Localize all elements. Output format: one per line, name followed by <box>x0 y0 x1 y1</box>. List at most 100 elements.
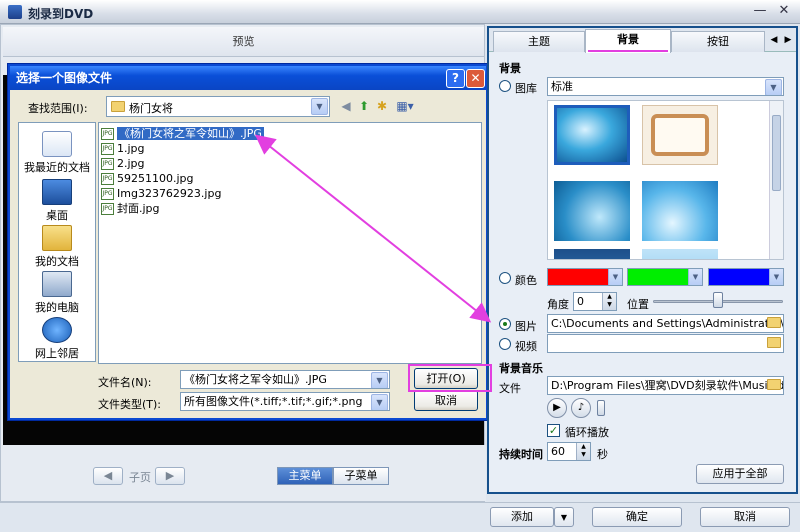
place-label: 网上邻居 <box>35 347 79 360</box>
back-icon[interactable]: ◀ <box>338 98 354 114</box>
browse-folder-icon[interactable] <box>767 337 781 348</box>
picture-label: 图片 <box>515 320 537 333</box>
desktop-icon <box>42 179 72 205</box>
up-folder-icon[interactable]: ⬆ <box>356 98 372 114</box>
video-radio[interactable] <box>499 338 511 350</box>
window-titlebar: 刻录到DVD — ✕ <box>0 0 800 24</box>
file-name: 59251100.jpg <box>117 172 194 185</box>
background-tab-underline <box>588 50 668 52</box>
dialog-close-button[interactable]: ✕ <box>466 69 485 88</box>
gallery-thumb[interactable] <box>554 181 630 241</box>
gallery-label: 图库 <box>515 82 537 95</box>
file-item[interactable]: JPG 1.jpg <box>101 142 145 156</box>
play-icon[interactable]: ▶ <box>547 398 567 418</box>
music-note-icon[interactable]: ♪ <box>571 398 591 418</box>
picture-path: C:\Documents and Settings\Administrator\… <box>551 317 784 330</box>
color-picker-1[interactable]: ▼ <box>547 268 623 286</box>
gallery-thumb[interactable] <box>642 105 718 165</box>
my-documents-icon <box>42 225 72 251</box>
place-desktop[interactable]: 桌面 <box>19 177 95 225</box>
place-my-computer[interactable]: 我的电脑 <box>19 269 95 317</box>
place-label: 桌面 <box>46 209 68 222</box>
jpg-file-icon: JPG <box>101 203 114 215</box>
duration-value: 60 <box>551 445 565 458</box>
tab-buttons[interactable]: 按钮 <box>671 31 765 52</box>
color-label: 颜色 <box>515 274 537 287</box>
duration-unit: 秒 <box>597 448 608 461</box>
gallery-scrollbar[interactable] <box>769 101 783 259</box>
color-picker-3[interactable]: ▼ <box>708 268 784 286</box>
browse-folder-icon[interactable] <box>767 379 781 390</box>
video-label: 视频 <box>515 340 537 353</box>
cancel-button[interactable]: 取消 <box>700 507 790 527</box>
gallery-radio[interactable] <box>499 80 511 92</box>
picture-path-input[interactable]: C:\Documents and Settings\Administrator\… <box>547 314 784 333</box>
apply-all-button[interactable]: 应用于全部 <box>696 464 784 484</box>
angle-label: 角度 <box>547 298 569 311</box>
file-item[interactable]: JPG Img323762923.jpg <box>101 187 221 201</box>
chevron-left-icon: ◀ <box>103 469 113 482</box>
new-folder-icon[interactable]: ✱ <box>374 98 390 114</box>
place-my-documents[interactable]: 我的文档 <box>19 223 95 271</box>
tab-scroll-left-icon[interactable]: ◀ <box>767 32 781 49</box>
filename-input[interactable]: 《杨门女将之军令如山》.JPG ▼ <box>180 370 390 389</box>
add-dropdown-button[interactable]: ▼ <box>554 507 574 527</box>
close-window-button[interactable]: ✕ <box>776 3 792 19</box>
chevron-down-icon: ▼ <box>769 269 783 285</box>
place-recent[interactable]: 我最近的文档 <box>19 129 95 177</box>
window-title: 刻录到DVD <box>28 7 94 21</box>
angle-value: 0 <box>577 295 584 308</box>
jpg-file-icon: JPG <box>101 158 114 170</box>
next-page-button[interactable]: ▶ <box>155 467 185 485</box>
place-network[interactable]: 网上邻居 <box>19 315 95 363</box>
chevron-down-icon: ▼ <box>371 372 388 388</box>
minimize-button[interactable]: — <box>752 3 768 19</box>
jpg-file-icon: JPG <box>101 188 114 200</box>
position-slider-knob[interactable] <box>713 292 723 308</box>
color-picker-2[interactable]: ▼ <box>627 268 703 286</box>
gallery-thumb[interactable] <box>642 249 718 259</box>
music-path-input[interactable]: D:\Program Files\狸窝\DVD刻录软件\Music\defa <box>547 376 784 395</box>
gallery-value: 标准 <box>551 80 573 93</box>
file-item[interactable]: JPG 封面.jpg <box>101 202 160 216</box>
help-button[interactable]: ? <box>446 69 465 88</box>
footer-bar: 添加 ▼ 确定 取消 <box>0 502 800 532</box>
filename-label: 文件名(N): <box>98 376 152 389</box>
main-menu-button[interactable]: 主菜单 <box>277 467 333 485</box>
ok-button[interactable]: 确定 <box>592 507 682 527</box>
picture-radio[interactable] <box>499 318 511 330</box>
chevron-down-icon: ▼ <box>560 513 568 522</box>
prev-page-button[interactable]: ◀ <box>93 467 123 485</box>
music-slider-knob[interactable] <box>597 400 605 416</box>
gallery-select[interactable]: 标准 ▼ <box>547 77 784 96</box>
color-radio[interactable] <box>499 272 511 284</box>
background-gallery <box>547 100 784 260</box>
sub-menu-button[interactable]: 子菜单 <box>333 467 389 485</box>
gallery-thumb[interactable] <box>554 105 630 165</box>
look-in-dropdown[interactable]: 杨门女将 ▼ <box>106 96 330 117</box>
duration-spinner[interactable]: 60 ▲ ▼ <box>547 442 591 461</box>
file-item[interactable]: JPG 2.jpg <box>101 157 145 171</box>
subpage-label: 子页 <box>129 471 151 484</box>
browse-folder-icon[interactable] <box>767 317 781 328</box>
view-menu-icon[interactable]: ▦▾ <box>394 98 416 114</box>
dialog-cancel-button[interactable]: 取消 <box>414 390 478 411</box>
app-icon <box>8 5 22 19</box>
dialog-title: 选择一个图像文件 <box>16 71 113 85</box>
gallery-thumb[interactable] <box>642 181 718 241</box>
video-path-input[interactable] <box>547 334 784 353</box>
loop-checkbox[interactable]: ✓ <box>547 424 560 437</box>
file-item[interactable]: JPG 《杨门女将之军令如山》.JPG <box>101 127 264 141</box>
loop-label: 循环播放 <box>565 426 609 439</box>
tab-theme[interactable]: 主题 <box>493 31 585 52</box>
tab-scroll-right-icon[interactable]: ▶ <box>781 32 795 49</box>
look-in-value: 杨门女将 <box>129 102 173 115</box>
recent-documents-icon <box>42 131 72 157</box>
filetype-select[interactable]: 所有图像文件(*.tiff;*.tif;*.gif;*.png ▼ <box>180 392 390 411</box>
file-item[interactable]: JPG 59251100.jpg <box>101 172 194 186</box>
file-name: 封面.jpg <box>117 202 160 215</box>
add-button[interactable]: 添加 <box>490 507 554 527</box>
scrollbar-thumb[interactable] <box>772 115 781 191</box>
angle-spinner[interactable]: 0 ▲ ▼ <box>573 292 617 311</box>
gallery-thumb[interactable] <box>554 249 630 259</box>
